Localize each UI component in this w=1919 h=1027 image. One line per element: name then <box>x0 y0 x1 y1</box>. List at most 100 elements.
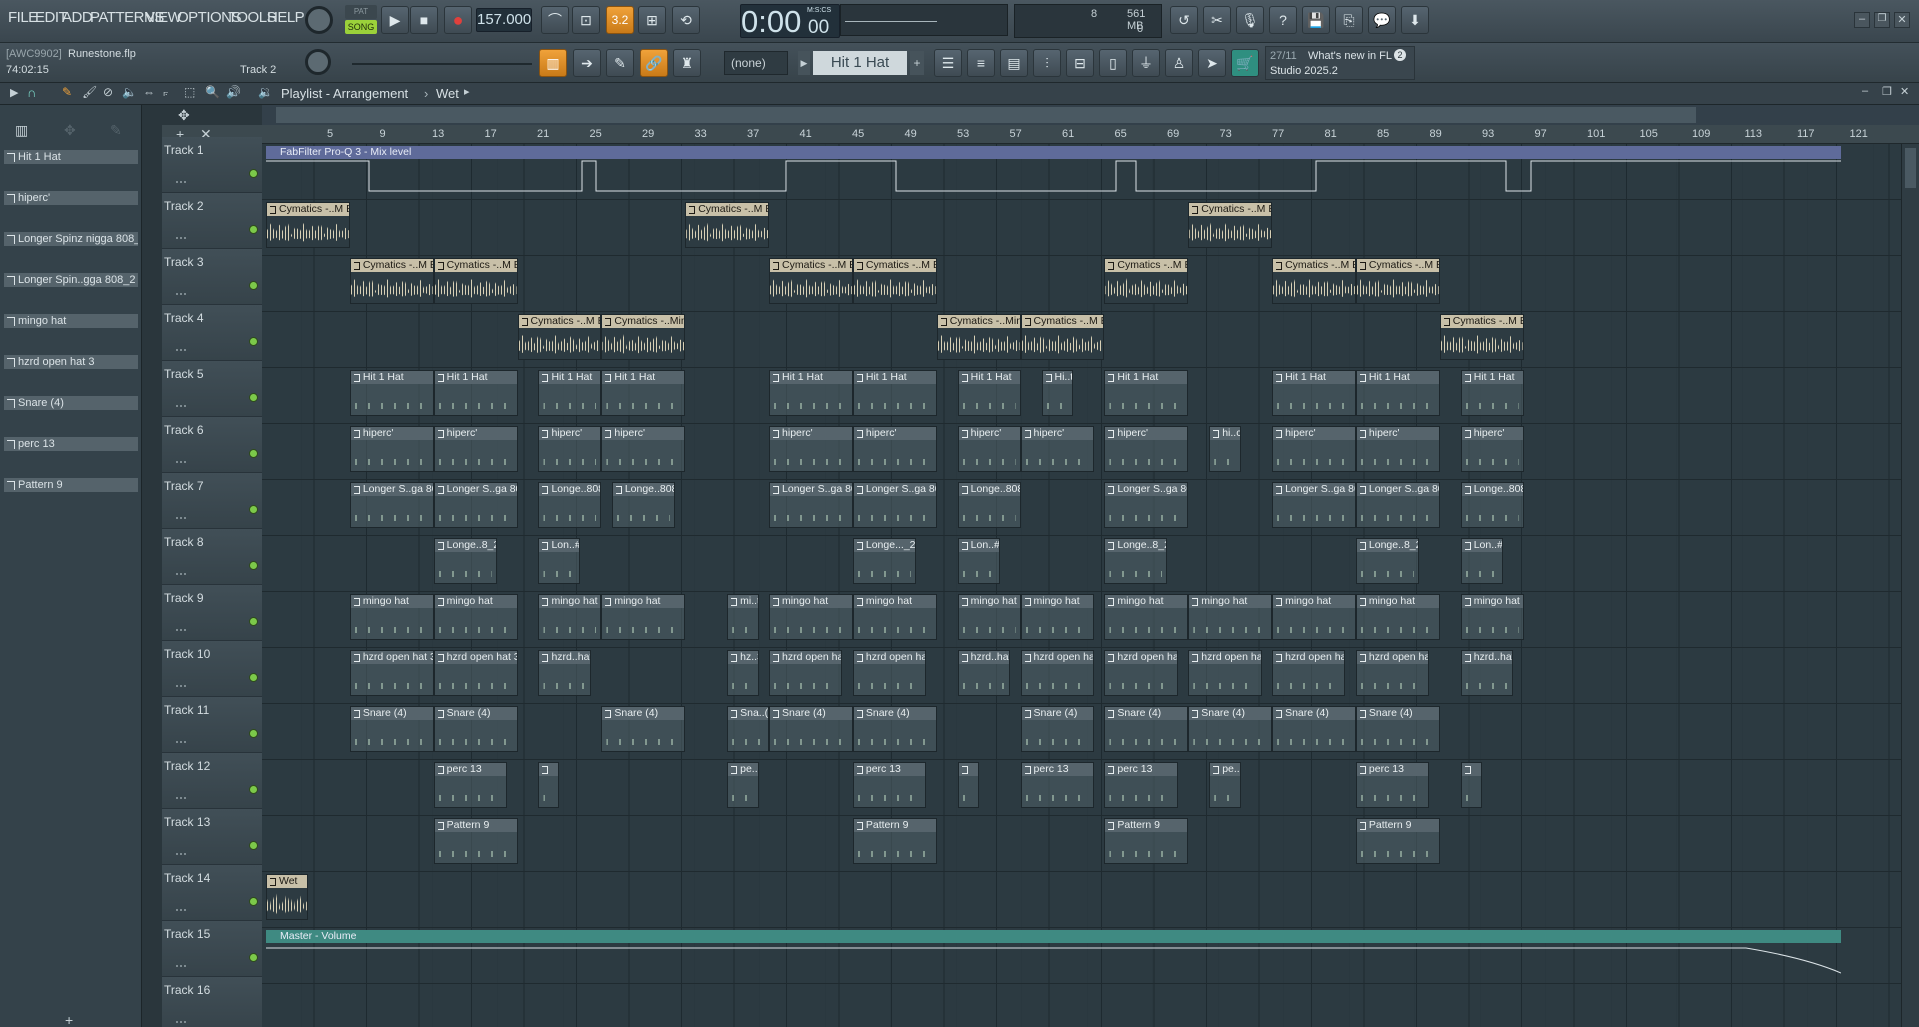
download-button[interactable]: ⬇ <box>1401 6 1429 34</box>
pattern-clip[interactable]: Hit 1 Hat <box>769 370 853 416</box>
audio-clip[interactable]: Cymatics -..M B Min <box>1104 258 1189 304</box>
close-window-button[interactable]: ✕ <box>1894 12 1910 28</box>
pattern-clip[interactable]: hiperc' <box>1460 426 1524 472</box>
track-enable-led[interactable] <box>249 281 258 290</box>
pattern-clip[interactable]: Pattern 9 <box>1104 818 1189 864</box>
playlist-overview[interactable]: ✥ <box>178 105 1919 125</box>
metronome-button[interactable]: ⌒ <box>541 6 569 34</box>
pattern-clip[interactable]: pe..3 <box>727 762 759 808</box>
audio-clip[interactable]: Cymatics -..M B Min <box>1272 258 1356 304</box>
pattern-clip[interactable]: Longer S..ga 808_2 <box>1104 482 1189 528</box>
pattern-clip[interactable]: mingo hat <box>852 594 937 640</box>
record-button[interactable]: ● <box>444 6 472 34</box>
pattern-clip[interactable]: Lon..#2 <box>538 538 581 584</box>
delete-tool-icon[interactable]: ⊘ <box>103 85 113 99</box>
pattern-clip[interactable]: Longer S..ga 808_2 <box>769 482 853 528</box>
playlist-minimize[interactable]: – <box>1862 85 1868 97</box>
audio-clip[interactable]: Cymatics -..Min #2 <box>936 314 1021 360</box>
track-grip-icon[interactable] <box>176 1021 186 1023</box>
piano-icon[interactable]: ▥ <box>15 122 28 139</box>
pattern-clip[interactable]: hiperc' <box>349 426 434 472</box>
track-header[interactable]: Track 14 <box>162 865 262 921</box>
pattern-clip[interactable]: Snare (4) <box>349 706 434 752</box>
audio-clip[interactable]: Cymatics -..M B Min <box>1188 202 1273 248</box>
pattern-clip[interactable]: Hit 1 Hat <box>538 370 602 416</box>
project-button[interactable]: ▯ <box>1099 49 1127 77</box>
track-enable-led[interactable] <box>249 841 258 850</box>
track-header[interactable]: Track 13 <box>162 809 262 865</box>
track-enable-led[interactable] <box>249 785 258 794</box>
song-mode-toggle[interactable]: SONG <box>345 20 377 34</box>
pattern-clip[interactable]: Snare (4) <box>852 706 937 752</box>
pattern-clip[interactable]: Hit 1 Hat <box>1460 370 1524 416</box>
pattern-clip[interactable]: Sna..(4) <box>727 706 770 752</box>
track-grip-icon[interactable] <box>176 349 186 351</box>
pattern-clip[interactable]: Hi..t <box>1041 370 1073 416</box>
pattern-clip[interactable]: hzrd open hat 3 <box>852 650 927 696</box>
step-edit-button[interactable]: ➔ <box>573 49 601 77</box>
pattern-clip[interactable]: hzrd open hat 3 <box>1188 650 1262 696</box>
pattern-clip[interactable]: Longe..8_2 #2 <box>433 538 497 584</box>
track-header[interactable]: Track 2 <box>162 193 262 249</box>
pattern-clip[interactable]: hzrd open hat 3 <box>349 650 434 696</box>
track-grip-icon[interactable] <box>176 181 186 183</box>
pattern-clip[interactable]: mingo hat <box>957 594 1021 640</box>
audio-clip[interactable]: Cymatics -..M B Min <box>852 258 937 304</box>
pattern-clip[interactable]: mingo hat <box>1272 594 1356 640</box>
pattern-clip[interactable]: hiperc' <box>1355 426 1440 472</box>
pattern-clip[interactable]: Hit 1 Hat <box>1104 370 1189 416</box>
horizontal-scrollbar-thumb[interactable] <box>276 107 1696 123</box>
track-enable-led[interactable] <box>249 617 258 626</box>
menu-file[interactable]: FILE <box>8 9 38 26</box>
track-header[interactable]: Track 16 <box>162 977 262 1027</box>
automation-clip-eq[interactable]: FabFilter Pro-Q 3 - Mix level <box>266 146 1841 192</box>
audio-clip[interactable]: Cymatics -..M B Min <box>517 314 602 360</box>
track-grip-icon[interactable] <box>176 461 186 463</box>
pattern-clip[interactable]: Snare (4) <box>601 706 686 752</box>
pattern-clip[interactable]: mingo hat <box>349 594 434 640</box>
audio-clip[interactable]: Cymatics -..M B Min <box>349 258 434 304</box>
track-grip-icon[interactable] <box>176 293 186 295</box>
track-header[interactable]: Track 11 <box>162 697 262 753</box>
pattern-clip[interactable]: Longe..808_2 <box>611 482 675 528</box>
pattern-clip[interactable]: Snare (4) <box>1355 706 1440 752</box>
pattern-clip[interactable]: Hit 1 Hat <box>349 370 434 416</box>
pattern-clip[interactable]: pe..3 <box>1209 762 1241 808</box>
select-tool-icon[interactable]: ⬚ <box>184 85 195 99</box>
audio-clip[interactable]: Cymatics -..M B Min <box>685 202 770 248</box>
paint-tool-icon[interactable]: 🖌 <box>82 85 97 99</box>
pattern-clip[interactable] <box>1460 762 1482 808</box>
pattern-clip[interactable]: Snare (4) <box>1272 706 1356 752</box>
pattern-clip[interactable]: Pattern 9 <box>433 818 518 864</box>
track-header[interactable]: Track 9 <box>162 585 262 641</box>
arrangement-grid[interactable]: Cymatics -..M B MinCymatics -..M B MinCy… <box>262 144 1919 1027</box>
countdown-button[interactable]: 3.2 <box>606 6 634 34</box>
track-grip-icon[interactable] <box>176 741 186 743</box>
pattern-clip[interactable]: hzrd..hat 3 <box>538 650 591 696</box>
track-header[interactable]: Track 12 <box>162 753 262 809</box>
pattern-clip[interactable]: Hit 1 Hat <box>1355 370 1440 416</box>
pattern-clip[interactable]: perc 13 <box>1020 762 1094 808</box>
piano-roll-button[interactable]: ≡ <box>967 49 995 77</box>
pattern-clip[interactable]: Longe..8_2 #2 <box>1355 538 1419 584</box>
mute-tool-icon[interactable]: 🔈 <box>122 85 137 99</box>
pattern-clip[interactable]: Snare (4) <box>1020 706 1094 752</box>
breadcrumb-arrow-icon[interactable]: ▸ <box>464 85 470 98</box>
pattern-clip[interactable]: hiperc' <box>1272 426 1356 472</box>
pattern-clip[interactable]: Longer S..ga 808_2 <box>433 482 518 528</box>
track-enable-led[interactable] <box>249 225 258 234</box>
pattern-clip[interactable]: perc 13 <box>1104 762 1178 808</box>
playlist-button[interactable]: ☰ <box>934 49 962 77</box>
pattern-clip[interactable]: mingo hat <box>1188 594 1273 640</box>
pattern-clip[interactable]: hzrd open hat 3 <box>433 650 518 696</box>
chat-button[interactable]: 💬 <box>1368 6 1396 34</box>
track-grip-icon[interactable] <box>176 237 186 239</box>
audio-clip[interactable]: Cymatics -..M B Min <box>769 258 853 304</box>
track-header[interactable]: Track 6 <box>162 417 262 473</box>
slip-tool-icon[interactable]: ⇔ <box>143 85 155 99</box>
pattern-clip[interactable]: Lon..#2 <box>957 538 1000 584</box>
track-grip-icon[interactable] <box>176 965 186 967</box>
pattern-clip[interactable] <box>538 762 560 808</box>
pattern-clip[interactable]: mingo hat <box>769 594 853 640</box>
vertical-scrollbar-thumb[interactable] <box>1905 148 1916 188</box>
